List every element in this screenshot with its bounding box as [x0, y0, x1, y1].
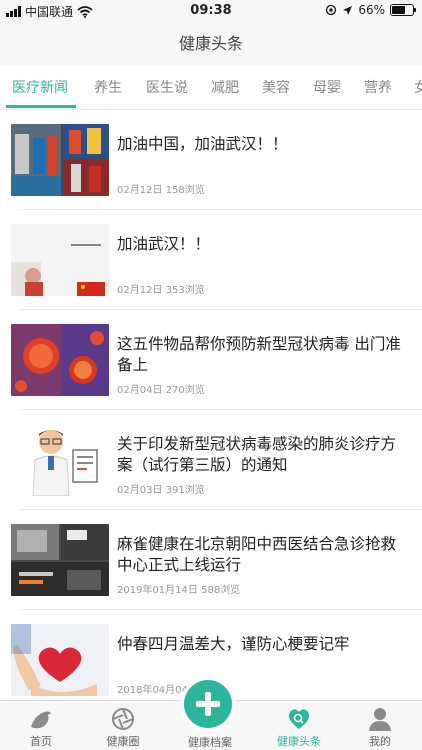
tab-beauty[interactable]: 美容	[262, 66, 290, 109]
tabbar-label: 我的	[369, 735, 391, 748]
orientation-lock-icon	[326, 4, 337, 16]
news-title: 麻雀健康在北京朝阳中西医结合急诊抢救中心正式上线运行	[117, 535, 397, 574]
person-icon	[369, 708, 391, 731]
news-meta: 02月12日 353浏览	[117, 281, 205, 296]
tabbar-profile[interactable]: 我的	[345, 701, 415, 750]
news-meta: 02月03日 391浏览	[117, 481, 205, 496]
tab-mother-baby[interactable]: 母婴	[313, 66, 341, 109]
status-bar: 中国联通 09:38 66%	[0, 0, 422, 22]
news-meta: 2019年01月14日 588浏览	[117, 581, 240, 596]
news-banner-with-flag-icon	[11, 224, 109, 296]
status-right: 66%	[325, 3, 416, 17]
tabbar-label: 健康圈	[106, 735, 140, 748]
category-tabs: 医疗新闻 养生 医生说 减肥 美容 母婴 营养 女	[0, 66, 422, 110]
health-record-button[interactable]	[184, 680, 232, 728]
tabbar-health-circle[interactable]: 健康圈	[88, 701, 158, 750]
news-item[interactable]: 关于印发新型冠状病毒感染的肺炎诊疗方案（试行第三版）的通知 02月03日 391…	[0, 410, 422, 510]
health-record-label: 健康档案	[188, 736, 232, 749]
news-views: 391浏览	[165, 485, 205, 496]
doctor-with-document-icon	[11, 424, 109, 496]
battery-percent: 66%	[358, 3, 385, 17]
virus-illustration-icon	[11, 324, 109, 396]
tab-nutrition[interactable]: 营养	[364, 66, 392, 109]
news-title: 这五件物品帮你预防新型冠状病毒 出门准备上	[117, 335, 401, 374]
news-item[interactable]: 加油武汉！！ 02月12日 353浏览	[0, 210, 422, 310]
active-tab-indicator	[6, 105, 76, 108]
news-date: 2019年01月14日	[117, 585, 198, 596]
heart-search-icon	[288, 709, 310, 729]
news-item[interactable]: 这五件物品帮你预防新型冠状病毒 出门准备上 02月04日 270浏览	[0, 310, 422, 410]
news-date: 02月12日	[117, 185, 163, 196]
news-title: 加油武汉！！	[117, 235, 211, 253]
news-title: 关于印发新型冠状病毒感染的肺炎诊疗方案（试行第三版）的通知	[117, 435, 397, 474]
tab-weight-loss[interactable]: 减肥	[211, 66, 239, 109]
location-arrow-icon	[343, 5, 353, 15]
news-date: 02月04日	[117, 385, 163, 396]
tab-medical-news[interactable]: 医疗新闻	[12, 66, 68, 109]
tab-women[interactable]: 女	[414, 66, 422, 109]
news-views: 588浏览	[201, 585, 241, 596]
news-meta: 02月12日 158浏览	[117, 181, 205, 196]
news-views: 158浏览	[165, 185, 205, 196]
hospital-screen-collage-icon	[11, 524, 109, 596]
tabbar-label: 健康头条	[277, 735, 321, 748]
tab-health-care[interactable]: 养生	[94, 66, 122, 109]
tabbar-home[interactable]: 首页	[6, 701, 76, 750]
news-meta: 02月04日 270浏览	[117, 381, 205, 396]
news-title: 加油中国，加油武汉！！	[117, 135, 288, 153]
hands-holding-heart-icon	[11, 624, 109, 696]
battery-icon	[390, 4, 416, 16]
photo-collage-medics-icon	[11, 124, 109, 196]
aperture-icon	[112, 708, 134, 730]
page-title: 健康头条	[178, 34, 243, 53]
news-views: 353浏览	[165, 285, 205, 296]
tabbar-label: 首页	[30, 735, 52, 748]
bird-icon	[31, 711, 51, 729]
news-item[interactable]: 麻雀健康在北京朝阳中西医结合急诊抢救中心正式上线运行 2019年01月14日 5…	[0, 510, 422, 610]
news-item[interactable]: 加油中国，加油武汉！！ 02月12日 158浏览	[0, 110, 422, 210]
news-title: 仲春四月温差大，谨防心梗要记牢	[117, 635, 350, 653]
tabbar-health-headlines[interactable]: 健康头条	[264, 701, 334, 750]
tab-doctor-says[interactable]: 医生说	[146, 66, 188, 109]
news-date: 02月12日	[117, 285, 163, 296]
news-date: 02月03日	[117, 485, 163, 496]
navigation-bar: 健康头条	[0, 22, 422, 66]
news-views: 270浏览	[165, 385, 205, 396]
